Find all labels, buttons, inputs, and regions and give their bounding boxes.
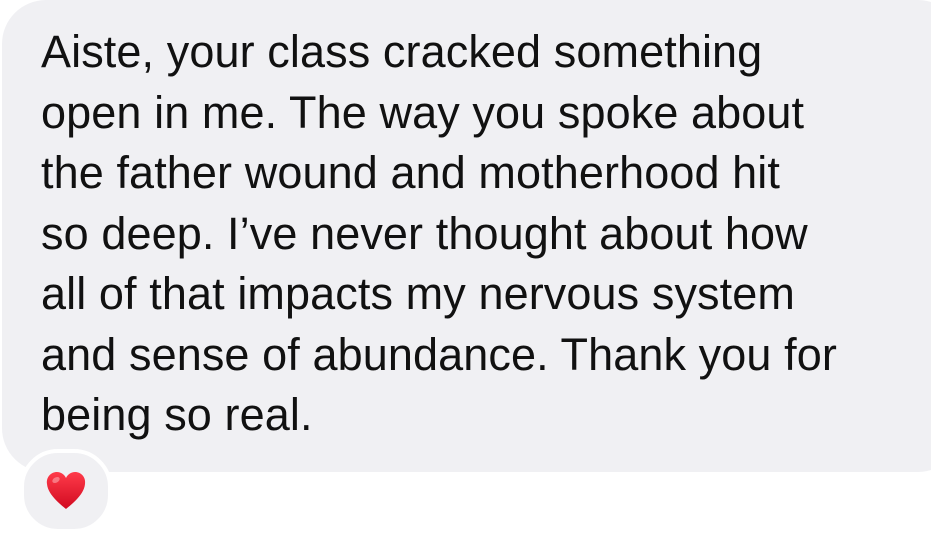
message-text: Aiste, your class cracked something open… [41,22,921,446]
message-line: and sense of abundance. Thank you for [41,328,837,380]
red-heart-icon [46,472,86,509]
message-line: the father wound and motherhood hit [41,147,781,198]
message-line: Aiste, your class cracked something [41,26,763,77]
reaction-badge[interactable] [20,449,112,533]
message-line: being so real. [41,389,313,440]
message-line: open in me. The way you spoke about [41,86,805,138]
message-line: all of that impacts my nervous system [41,268,795,319]
message-line: so deep. I’ve never thought about how [41,207,808,259]
